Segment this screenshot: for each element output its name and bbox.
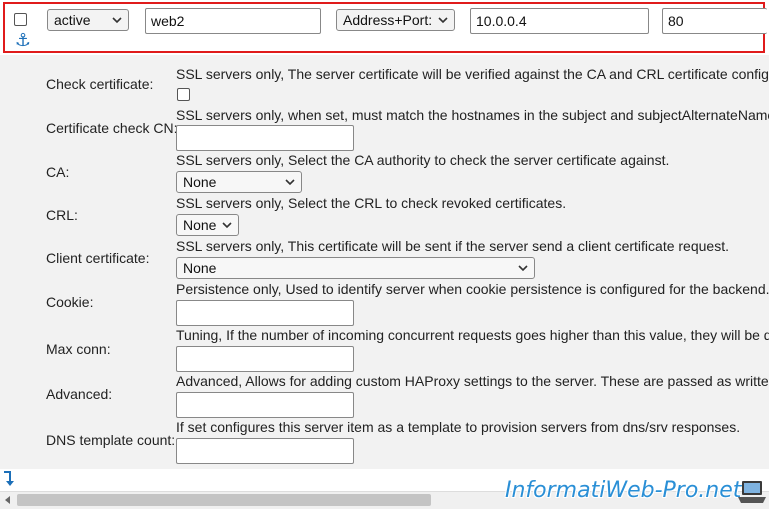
certificate-check-cn-input[interactable] <box>176 125 354 151</box>
laptop-icon <box>738 481 766 503</box>
arrow-down-icon[interactable] <box>1 470 15 488</box>
scroll-left-icon[interactable] <box>3 495 13 505</box>
chevron-down-icon <box>518 265 528 272</box>
server-row: ⚓ active web2 Address+Port: 10.0.0.4 80 <box>3 2 767 53</box>
advanced-input[interactable] <box>176 392 354 418</box>
crl-description: SSL servers only, Select the CRL to chec… <box>176 195 567 211</box>
watermark-text: InformatiWeb-Pro.net <box>505 478 742 503</box>
ca-description: SSL servers only, Select the CA authorit… <box>176 152 670 168</box>
ca-select[interactable]: None <box>176 171 302 193</box>
dns-template-count-description: If set configures this server item as a … <box>176 419 741 435</box>
advanced-description: Advanced, Allows for adding custom HAPro… <box>176 373 769 389</box>
max-conn-description: Tuning, If the number of incoming concur… <box>176 327 769 343</box>
server-type-value: Address+Port: <box>343 12 433 28</box>
certificate-check-cn-description: SSL servers only, when set, must match t… <box>176 107 769 123</box>
ca-select-value: None <box>183 174 217 190</box>
check-certificate-checkbox[interactable] <box>177 88 190 101</box>
crl-select[interactable]: None <box>176 214 239 236</box>
max-conn-label: Max conn: <box>46 341 111 357</box>
crl-label: CRL: <box>46 207 78 223</box>
cookie-label: Cookie: <box>46 294 94 310</box>
certificate-check-cn-label: Certificate check CN: <box>46 120 178 136</box>
server-port-value: 80 <box>668 13 684 29</box>
server-type-select[interactable]: Address+Port: <box>336 9 455 31</box>
server-address-input[interactable]: 10.0.0.4 <box>470 8 649 34</box>
chevron-down-icon <box>112 17 122 24</box>
check-certificate-label: Check certificate: <box>46 76 154 92</box>
client-certificate-select[interactable]: None <box>176 257 535 279</box>
server-details-panel: Check certificate: SSL servers only, The… <box>0 55 769 469</box>
chevron-down-icon <box>438 17 448 24</box>
row-select-checkbox[interactable] <box>14 13 27 26</box>
max-conn-input[interactable] <box>176 346 354 372</box>
client-certificate-description: SSL servers only, This certificate will … <box>176 238 729 254</box>
server-name-input[interactable]: web2 <box>145 8 321 34</box>
server-address-value: 10.0.0.4 <box>476 13 527 29</box>
crl-select-value: None <box>183 217 217 233</box>
chevron-down-icon <box>285 179 295 186</box>
client-certificate-label: Client certificate: <box>46 250 150 266</box>
scrollbar-thumb[interactable] <box>17 494 431 506</box>
cookie-input[interactable] <box>176 300 354 326</box>
client-certificate-select-value: None <box>183 260 217 276</box>
dns-template-count-input[interactable] <box>176 438 354 464</box>
check-certificate-description: SSL servers only, The server certificate… <box>176 66 769 82</box>
dns-template-count-label: DNS template count: <box>46 432 176 448</box>
server-name-value: web2 <box>151 13 185 29</box>
status-select-value: active <box>54 12 91 28</box>
ca-label: CA: <box>46 164 70 180</box>
advanced-label: Advanced: <box>46 386 113 402</box>
status-select[interactable]: active <box>47 9 129 31</box>
cookie-description: Persistence only, Used to identify serve… <box>176 281 769 297</box>
anchor-icon[interactable]: ⚓ <box>13 30 33 50</box>
chevron-down-icon <box>222 222 232 229</box>
server-port-input[interactable]: 80 <box>662 8 767 34</box>
